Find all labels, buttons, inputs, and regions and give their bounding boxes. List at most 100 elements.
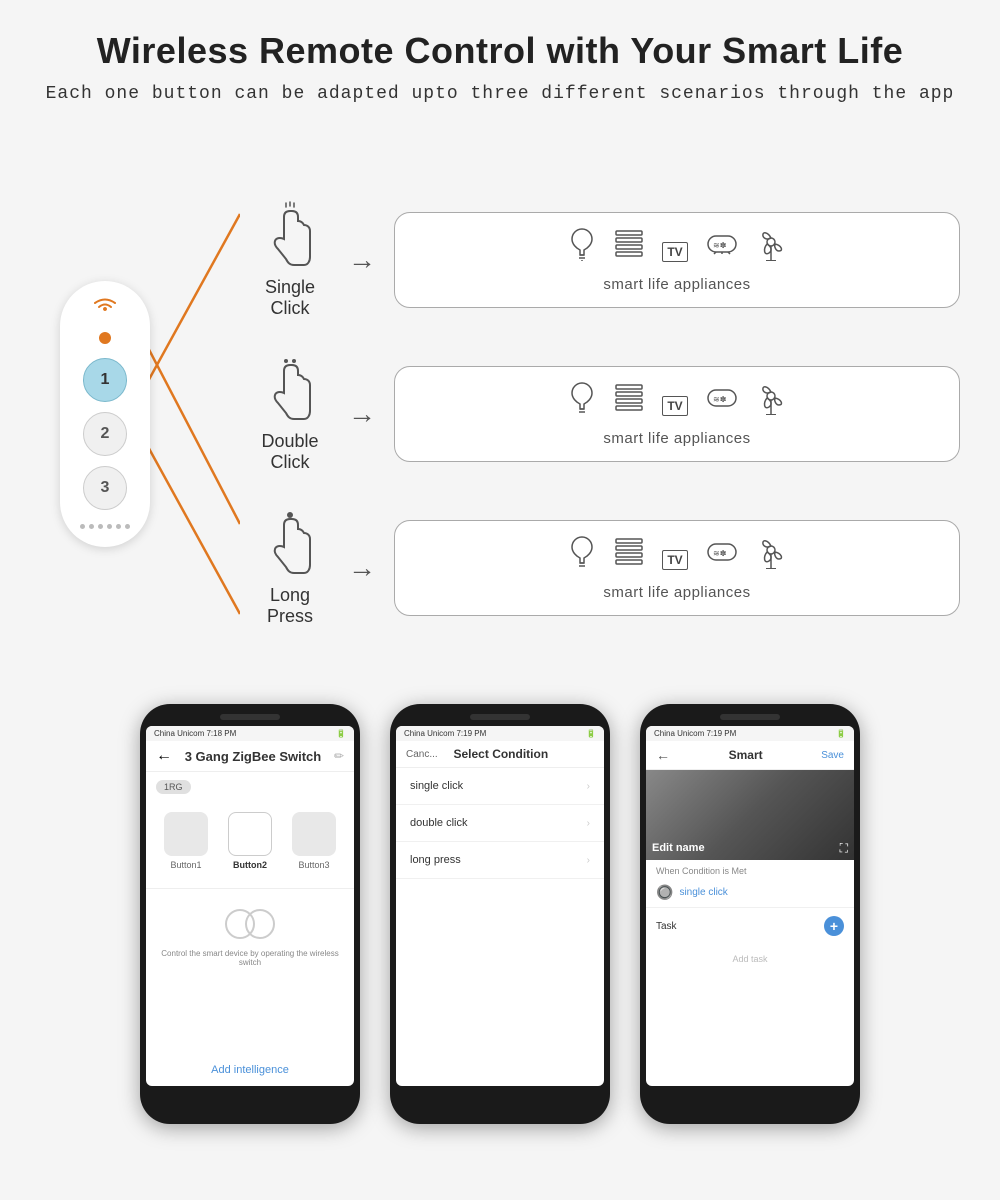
remote-button-3[interactable]: 3 <box>83 466 127 510</box>
phone-3-condition-section-label: When Condition is Met <box>646 860 854 878</box>
phone-2-long-press-label: long press <box>410 854 461 866</box>
phone-1-tag: 1RG <box>156 780 191 794</box>
blinds-icon-1 <box>614 229 644 266</box>
long-press-icon <box>260 509 320 579</box>
ac-icon-2: ≋✽ <box>706 386 738 417</box>
appliance-label-2: smart life appliances <box>603 430 750 447</box>
tv-icon-3: TV <box>662 540 687 571</box>
phone-1-back-icon[interactable]: ← <box>156 747 172 765</box>
phone-3-carrier: China Unicom 7:19 PM <box>654 729 736 738</box>
appliance-icons-2: TV ≋✽ <box>568 381 785 422</box>
appliance-icons-3: TV ≋✽ <box>568 535 785 576</box>
subtitle: Each one button can be adapted upto thre… <box>40 84 960 104</box>
phone-1-buttons-row: Button1 Button2 Button3 <box>146 802 354 880</box>
single-click-label: Single Click <box>250 277 330 319</box>
appliance-box-2: TV ≋✽ <box>394 366 960 462</box>
long-press-label: Long Press <box>250 585 330 627</box>
double-click-icon <box>260 355 320 425</box>
fan-icon-1 <box>756 227 786 268</box>
lamp-icon-3 <box>568 535 596 576</box>
phone-1-logo <box>225 909 275 939</box>
phone-1-button2-item: Button2 <box>228 812 272 870</box>
arrow-3: → <box>348 552 376 584</box>
phone-2: China Unicom 7:19 PM 🔋 Canc... Select Co… <box>390 704 610 1124</box>
phone-1-button1-item: Button1 <box>164 812 208 870</box>
phone-2-screen: China Unicom 7:19 PM 🔋 Canc... Select Co… <box>396 726 604 1086</box>
remote-device: 1 2 3 <box>60 281 150 547</box>
diagram-section: 1 2 3 <box>40 134 960 694</box>
phone-1: China Unicom 7:18 PM 🔋 ← 3 Gang ZigBee S… <box>140 704 360 1124</box>
phones-section: China Unicom 7:18 PM 🔋 ← 3 Gang ZigBee S… <box>40 704 960 1124</box>
main-title: Wireless Remote Control with Your Smart … <box>40 30 960 72</box>
phone-2-double-click-item[interactable]: double click › <box>396 805 604 842</box>
svg-text:≋✽: ≋✽ <box>713 549 727 558</box>
phone-1-button3-label: Button3 <box>298 860 329 870</box>
phone-1-desc: Control the smart device by operating th… <box>146 949 354 967</box>
phone-3-wrapper: China Unicom 7:19 PM 🔋 ← Smart Save Edit… <box>640 704 860 1124</box>
phone-1-logo-area <box>146 909 354 939</box>
phone-3-image: Edit name <box>646 770 854 860</box>
phone-2-long-press-item[interactable]: long press › <box>396 842 604 879</box>
double-click-label: Double Click <box>250 431 330 473</box>
phone-3-save-btn[interactable]: Save <box>821 750 844 761</box>
phone-3-edit-name[interactable]: Edit name <box>652 842 705 854</box>
phone-1-status-bar: China Unicom 7:18 PM 🔋 <box>146 726 354 741</box>
phone-1-title: 3 Gang ZigBee Switch <box>185 749 322 764</box>
phone-1-screen: China Unicom 7:18 PM 🔋 ← 3 Gang ZigBee S… <box>146 726 354 1086</box>
phone-2-battery: 🔋 <box>586 729 596 738</box>
svg-text:≋✽: ≋✽ <box>713 241 727 250</box>
appliance-label-1: smart life appliances <box>603 276 750 293</box>
phone-2-single-click-label: single click <box>410 780 463 792</box>
phone-3-task-row: Task + <box>646 907 854 944</box>
phone-1-add-intelligence-btn[interactable]: Add intelligence <box>211 1064 289 1076</box>
single-click-row: Single Click → <box>250 183 960 337</box>
phone-2-cancel-btn[interactable]: Canc... <box>406 749 438 760</box>
single-click-icon <box>260 201 320 271</box>
phone-1-button1-label: Button1 <box>170 860 201 870</box>
phone-1-carrier: China Unicom 7:18 PM <box>154 729 236 738</box>
phone-3-screen: China Unicom 7:19 PM 🔋 ← Smart Save Edit… <box>646 726 854 1086</box>
phone-3-back-icon[interactable]: ← <box>656 747 670 763</box>
phone-2-chevron-1: › <box>587 781 590 792</box>
ac-icon-3: ≋✽ <box>706 540 738 571</box>
long-press-icon-wrapper: Long Press <box>250 509 330 627</box>
phone-3-status-bar: China Unicom 7:19 PM 🔋 <box>646 726 854 741</box>
phone-2-title: Select Condition <box>454 747 549 761</box>
phone-3-speaker <box>720 714 780 720</box>
wifi-icon <box>91 295 119 320</box>
phone-3-condition-text: single click <box>679 887 727 898</box>
double-click-row: Double Click → <box>250 337 960 491</box>
remote-button-1[interactable]: 1 <box>83 358 127 402</box>
phone-2-wrapper: China Unicom 7:19 PM 🔋 Canc... Select Co… <box>390 704 610 1124</box>
phone-1-button2-square[interactable] <box>228 812 272 856</box>
phone-3-add-task-btn[interactable]: + <box>824 916 844 936</box>
remote-area: 1 2 3 <box>40 134 240 694</box>
phone-2-speaker <box>470 714 530 720</box>
orange-dot <box>99 332 111 344</box>
phone-1-wrapper: China Unicom 7:18 PM 🔋 ← 3 Gang ZigBee S… <box>140 704 360 1124</box>
single-click-icon-wrapper: Single Click <box>250 201 330 319</box>
appliance-label-3: smart life appliances <box>603 584 750 601</box>
phone-1-button1-square[interactable] <box>164 812 208 856</box>
phone-1-divider <box>146 888 354 889</box>
tv-icon-1: TV <box>662 232 687 263</box>
phone-3: China Unicom 7:19 PM 🔋 ← Smart Save Edit… <box>640 704 860 1124</box>
phone-2-single-click-item[interactable]: single click › <box>396 768 604 805</box>
remote-button-2[interactable]: 2 <box>83 412 127 456</box>
phone-1-button3-square[interactable] <box>292 812 336 856</box>
svg-text:≋✽: ≋✽ <box>713 395 727 404</box>
appliance-box-1: TV ≋✽ <box>394 212 960 308</box>
tv-icon-2: TV <box>662 386 687 417</box>
lamp-icon-2 <box>568 381 596 422</box>
phone-3-title: Smart <box>729 748 763 762</box>
phone-1-battery: 🔋 <box>336 729 346 738</box>
remote-dots <box>80 524 130 529</box>
long-press-row: Long Press → <box>250 491 960 645</box>
phone-1-edit-icon[interactable]: ✏ <box>334 749 344 763</box>
phone-3-battery: 🔋 <box>836 729 846 738</box>
phone-2-status-bar: China Unicom 7:19 PM 🔋 <box>396 726 604 741</box>
ac-icon-1: ≋✽ <box>706 232 738 263</box>
phone-2-chevron-2: › <box>587 818 590 829</box>
phone-3-condition-item: 🔘 single click <box>646 878 854 907</box>
phone-1-header: ← 3 Gang ZigBee Switch ✏ <box>146 741 354 772</box>
